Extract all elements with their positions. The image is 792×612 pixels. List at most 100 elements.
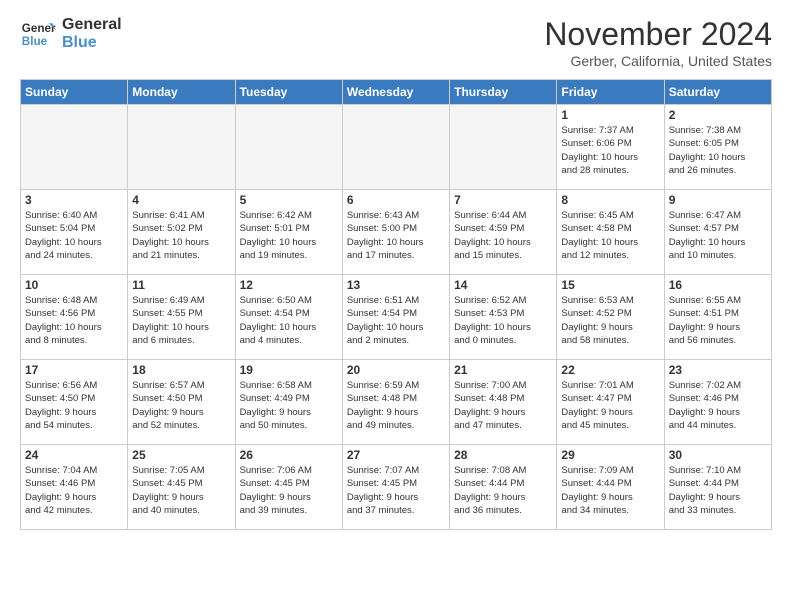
- day-header-tuesday: Tuesday: [235, 80, 342, 105]
- week-row-2: 3 Sunrise: 6:40 AM Sunset: 5:04 PM Daylig…: [21, 190, 772, 275]
- calendar-cell: 3 Sunrise: 6:40 AM Sunset: 5:04 PM Daylig…: [21, 190, 128, 275]
- calendar-cell: 2Sunrise: 7:38 AM Sunset: 6:05 PM Daylig…: [664, 105, 771, 190]
- day-info: Sunrise: 6:56 AM Sunset: 4:50 PM Dayligh…: [25, 379, 123, 432]
- day-number: 6: [347, 193, 445, 207]
- calendar-cell: [235, 105, 342, 190]
- day-number: 28: [454, 448, 552, 462]
- day-number: 1: [561, 108, 659, 122]
- svg-text:Blue: Blue: [22, 35, 48, 48]
- calendar-cell: 19 Sunrise: 6:58 AM Sunset: 4:49 PM Dayli…: [235, 360, 342, 445]
- day-number: 20: [347, 363, 445, 377]
- calendar-cell: 16 Sunrise: 6:55 AM Sunset: 4:51 PM Dayli…: [664, 275, 771, 360]
- day-number: 11: [132, 278, 230, 292]
- calendar-cell: 6 Sunrise: 6:43 AM Sunset: 5:00 PM Daylig…: [342, 190, 449, 275]
- calendar-cell: 11 Sunrise: 6:49 AM Sunset: 4:55 PM Dayli…: [128, 275, 235, 360]
- day-number: 5: [240, 193, 338, 207]
- week-row-3: 10 Sunrise: 6:48 AM Sunset: 4:56 PM Dayli…: [21, 275, 772, 360]
- day-info: Sunrise: 6:49 AM Sunset: 4:55 PM Dayligh…: [132, 294, 230, 347]
- calendar-cell: 5 Sunrise: 6:42 AM Sunset: 5:01 PM Daylig…: [235, 190, 342, 275]
- calendar-cell: 4Sunrise: 6:41 AM Sunset: 5:02 PM Daylig…: [128, 190, 235, 275]
- calendar-cell: 10 Sunrise: 6:48 AM Sunset: 4:56 PM Dayli…: [21, 275, 128, 360]
- day-header-sunday: Sunday: [21, 80, 128, 105]
- day-number: 10: [25, 278, 123, 292]
- day-number: 29: [561, 448, 659, 462]
- day-number: 27: [347, 448, 445, 462]
- page: General Blue General Blue November 2024 …: [0, 0, 792, 546]
- calendar-cell: 22 Sunrise: 7:01 AM Sunset: 4:47 PM Dayli…: [557, 360, 664, 445]
- calendar-cell: 15Sunrise: 6:53 AM Sunset: 4:52 PM Dayli…: [557, 275, 664, 360]
- day-number: 12: [240, 278, 338, 292]
- day-number: 19: [240, 363, 338, 377]
- day-info: Sunrise: 7:04 AM Sunset: 4:46 PM Dayligh…: [25, 464, 123, 517]
- calendar-table: SundayMondayTuesdayWednesdayThursdayFrid…: [20, 79, 772, 530]
- day-number: 3: [25, 193, 123, 207]
- calendar-cell: 1 Sunrise: 7:37 AM Sunset: 6:06 PM Daylig…: [557, 105, 664, 190]
- day-number: 7: [454, 193, 552, 207]
- day-number: 16: [669, 278, 767, 292]
- calendar-cell: 17 Sunrise: 6:56 AM Sunset: 4:50 PM Dayli…: [21, 360, 128, 445]
- calendar-cell: 23 Sunrise: 7:02 AM Sunset: 4:46 PM Dayli…: [664, 360, 771, 445]
- day-info: Sunrise: 6:44 AM Sunset: 4:59 PM Dayligh…: [454, 209, 552, 262]
- day-info: Sunrise: 7:10 AM Sunset: 4:44 PM Dayligh…: [669, 464, 767, 517]
- day-info: Sunrise: 7:01 AM Sunset: 4:47 PM Dayligh…: [561, 379, 659, 432]
- calendar-cell: [450, 105, 557, 190]
- calendar-cell: 29 Sunrise: 7:09 AM Sunset: 4:44 PM Dayli…: [557, 445, 664, 530]
- day-info: Sunrise: 6:58 AM Sunset: 4:49 PM Dayligh…: [240, 379, 338, 432]
- day-number: 22: [561, 363, 659, 377]
- day-info: Sunrise: 7:06 AM Sunset: 4:45 PM Dayligh…: [240, 464, 338, 517]
- day-header-thursday: Thursday: [450, 80, 557, 105]
- logo-icon: General Blue: [20, 16, 56, 52]
- calendar-cell: 18 Sunrise: 6:57 AM Sunset: 4:50 PM Dayli…: [128, 360, 235, 445]
- calendar-cell: 12 Sunrise: 6:50 AM Sunset: 4:54 PM Dayli…: [235, 275, 342, 360]
- calendar-cell: 26Sunrise: 7:06 AM Sunset: 4:45 PM Dayli…: [235, 445, 342, 530]
- day-number: 18: [132, 363, 230, 377]
- day-info: Sunrise: 6:43 AM Sunset: 5:00 PM Dayligh…: [347, 209, 445, 262]
- week-row-1: 1 Sunrise: 7:37 AM Sunset: 6:06 PM Daylig…: [21, 105, 772, 190]
- week-row-5: 24 Sunrise: 7:04 AM Sunset: 4:46 PM Dayli…: [21, 445, 772, 530]
- day-number: 24: [25, 448, 123, 462]
- day-header-monday: Monday: [128, 80, 235, 105]
- calendar-cell: 27 Sunrise: 7:07 AM Sunset: 4:45 PM Dayli…: [342, 445, 449, 530]
- day-info: Sunrise: 7:37 AM Sunset: 6:06 PM Dayligh…: [561, 124, 659, 177]
- calendar-cell: 21Sunrise: 7:00 AM Sunset: 4:48 PM Dayli…: [450, 360, 557, 445]
- calendar-cell: 7 Sunrise: 6:44 AM Sunset: 4:59 PM Daylig…: [450, 190, 557, 275]
- logo: General Blue General Blue: [20, 16, 122, 53]
- day-header-wednesday: Wednesday: [342, 80, 449, 105]
- day-number: 15: [561, 278, 659, 292]
- day-number: 17: [25, 363, 123, 377]
- day-info: Sunrise: 7:07 AM Sunset: 4:45 PM Dayligh…: [347, 464, 445, 517]
- day-number: 8: [561, 193, 659, 207]
- day-info: Sunrise: 6:57 AM Sunset: 4:50 PM Dayligh…: [132, 379, 230, 432]
- day-number: 2: [669, 108, 767, 122]
- location: Gerber, California, United States: [544, 53, 772, 69]
- title-block: November 2024 Gerber, California, United…: [544, 16, 772, 69]
- day-info: Sunrise: 6:59 AM Sunset: 4:48 PM Dayligh…: [347, 379, 445, 432]
- calendar-cell: 13 Sunrise: 6:51 AM Sunset: 4:54 PM Dayli…: [342, 275, 449, 360]
- logo-blue: Blue: [62, 34, 122, 52]
- day-info: Sunrise: 6:45 AM Sunset: 4:58 PM Dayligh…: [561, 209, 659, 262]
- day-number: 9: [669, 193, 767, 207]
- day-info: Sunrise: 6:42 AM Sunset: 5:01 PM Dayligh…: [240, 209, 338, 262]
- header: General Blue General Blue November 2024 …: [20, 16, 772, 69]
- calendar-cell: 20 Sunrise: 6:59 AM Sunset: 4:48 PM Dayli…: [342, 360, 449, 445]
- day-info: Sunrise: 7:09 AM Sunset: 4:44 PM Dayligh…: [561, 464, 659, 517]
- day-info: Sunrise: 6:55 AM Sunset: 4:51 PM Dayligh…: [669, 294, 767, 347]
- day-number: 23: [669, 363, 767, 377]
- day-number: 13: [347, 278, 445, 292]
- calendar-cell: [21, 105, 128, 190]
- day-number: 21: [454, 363, 552, 377]
- day-info: Sunrise: 7:08 AM Sunset: 4:44 PM Dayligh…: [454, 464, 552, 517]
- day-info: Sunrise: 6:50 AM Sunset: 4:54 PM Dayligh…: [240, 294, 338, 347]
- day-info: Sunrise: 7:02 AM Sunset: 4:46 PM Dayligh…: [669, 379, 767, 432]
- day-info: Sunrise: 6:48 AM Sunset: 4:56 PM Dayligh…: [25, 294, 123, 347]
- day-header-saturday: Saturday: [664, 80, 771, 105]
- day-number: 14: [454, 278, 552, 292]
- logo-general: General: [62, 16, 122, 34]
- day-number: 25: [132, 448, 230, 462]
- day-info: Sunrise: 6:51 AM Sunset: 4:54 PM Dayligh…: [347, 294, 445, 347]
- header-row: SundayMondayTuesdayWednesdayThursdayFrid…: [21, 80, 772, 105]
- day-info: Sunrise: 6:41 AM Sunset: 5:02 PM Dayligh…: [132, 209, 230, 262]
- calendar-cell: [342, 105, 449, 190]
- week-row-4: 17 Sunrise: 6:56 AM Sunset: 4:50 PM Dayli…: [21, 360, 772, 445]
- day-info: Sunrise: 6:40 AM Sunset: 5:04 PM Dayligh…: [25, 209, 123, 262]
